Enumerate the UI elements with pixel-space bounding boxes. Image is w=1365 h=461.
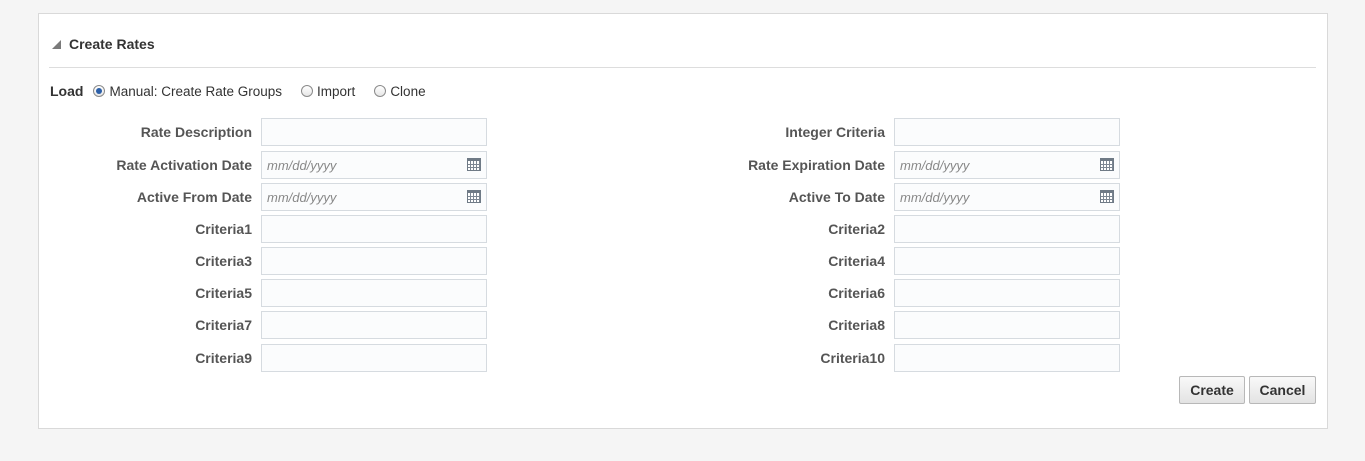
rate-expiration-date-label: Rate Expiration Date [748,157,885,173]
active-from-date-input[interactable] [261,183,487,211]
criteria9-input[interactable] [261,344,487,372]
criteria10-input[interactable] [894,344,1120,372]
radio-import[interactable]: Import [301,84,355,99]
calendar-icon[interactable] [467,158,481,171]
radio-clone[interactable]: Clone [374,83,426,99]
criteria1-input[interactable] [261,215,487,243]
active-to-date-input[interactable] [894,183,1120,211]
create-rates-panel: Create Rates Load Manual: Create Rate Gr… [38,13,1328,429]
criteria2-input[interactable] [894,215,1120,243]
integer-criteria-input[interactable] [894,118,1120,146]
radio-manual-button[interactable] [93,85,106,97]
radio-import-label: Import [317,83,356,99]
integer-criteria-label: Integer Criteria [785,124,885,140]
active-from-date-label: Active From Date [136,189,252,205]
radio-clone-label: Clone [390,83,426,99]
criteria5-label: Criteria5 [195,285,252,301]
active-to-date-label: Active To Date [788,189,885,205]
criteria7-label: Criteria7 [195,317,252,333]
criteria10-label: Criteria10 [820,350,885,366]
radio-clone-button[interactable] [374,85,387,97]
criteria4-input[interactable] [894,247,1120,275]
rate-description-label: Rate Description [140,124,252,140]
criteria2-label: Criteria2 [828,221,885,237]
rate-activation-date-label: Rate Activation Date [116,157,252,173]
criteria9-label: Criteria9 [195,350,252,366]
load-label: Load [50,83,84,99]
criteria8-label: Criteria8 [828,317,885,333]
radio-import-button[interactable] [301,85,314,97]
criteria7-input[interactable] [261,311,487,339]
criteria1-label: Criteria1 [195,221,252,237]
collapse-triangle-icon[interactable] [52,40,61,49]
rate-description-input[interactable] [261,118,487,146]
calendar-icon[interactable] [1100,190,1114,203]
rate-expiration-date-input[interactable] [894,151,1120,179]
load-options: Load Manual: Create Rate Groups Import C… [50,81,445,101]
criteria8-input[interactable] [894,311,1120,339]
calendar-icon[interactable] [1100,158,1114,171]
criteria3-input[interactable] [261,247,487,275]
panel-header: Create Rates [49,36,1316,68]
radio-manual-label: Manual: Create Rate Groups [109,83,283,99]
criteria4-label: Criteria4 [828,253,885,269]
calendar-icon[interactable] [467,190,481,203]
criteria5-input[interactable] [261,279,487,307]
criteria6-label: Criteria6 [828,285,885,301]
criteria3-label: Criteria3 [195,253,252,269]
radio-manual[interactable]: Manual: Create Rate Groups [93,84,282,99]
criteria6-input[interactable] [894,279,1120,307]
create-button[interactable]: Create [1179,376,1245,404]
cancel-button[interactable]: Cancel [1249,376,1316,404]
panel-title: Create Rates [69,36,155,52]
rate-activation-date-input[interactable] [261,151,487,179]
